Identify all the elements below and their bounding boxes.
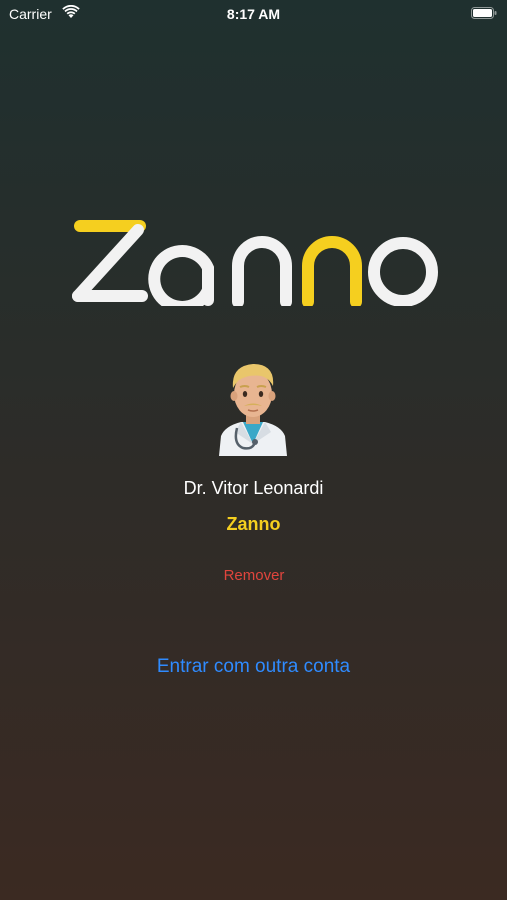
- account-organization-name: Zanno: [226, 514, 281, 534]
- brand-logo: [72, 220, 438, 306]
- sign-in-other-account-button[interactable]: Entrar com outra conta: [120, 656, 387, 678]
- battery-icon: [471, 7, 497, 19]
- account-user-name: Dr. Vitor Leonardi: [183, 478, 324, 498]
- status-time: 8:17 AM: [226, 6, 281, 22]
- doctor-avatar-icon: [219, 364, 287, 456]
- remove-account-button[interactable]: Remover: [204, 567, 304, 584]
- status-bar: Carrier 8:17 AM: [0, 0, 507, 28]
